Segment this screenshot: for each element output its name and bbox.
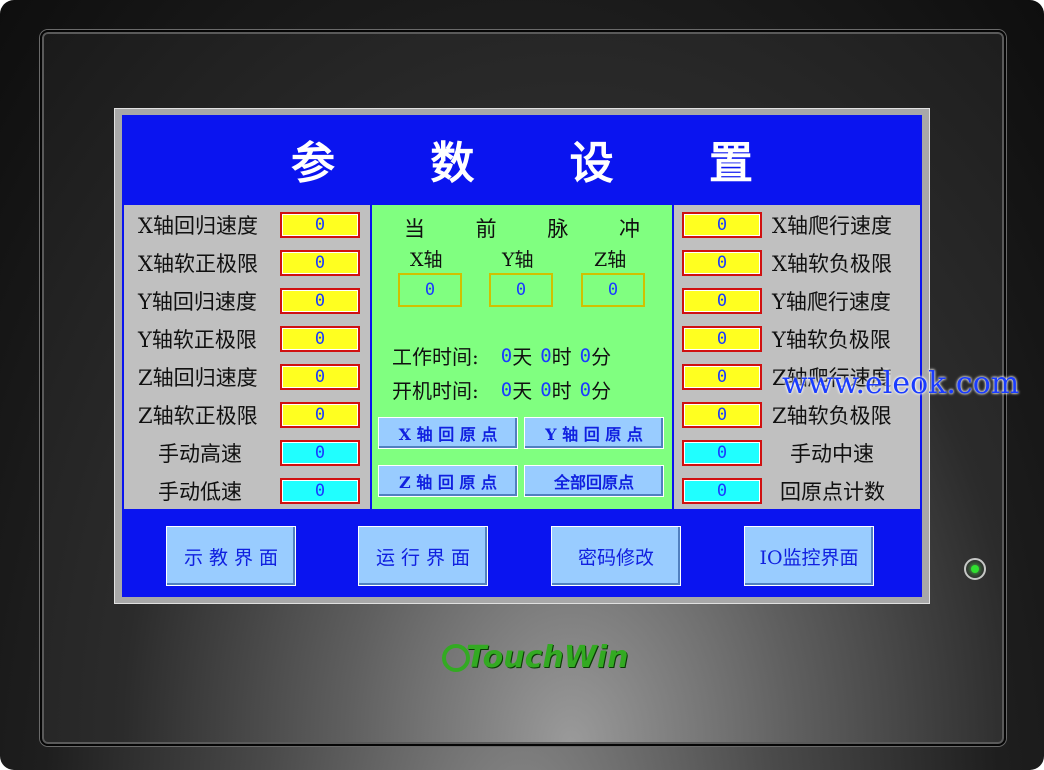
all-home-button[interactable]: 全部回原点 [524,465,664,497]
param-value-field[interactable]: 0 [682,440,762,466]
param-label: Z轴软负极限 [772,404,892,428]
boot-time-hours: 0 [540,378,552,401]
boot-time-label: 开机时间: [392,379,479,403]
param-value-field[interactable]: 0 [682,288,762,314]
param-row: X轴软正极限 0 [138,247,360,279]
param-label: 手动低速 [158,480,242,504]
param-row: Z轴软正极限 0 [138,399,360,431]
param-label: 手动中速 [790,442,874,466]
work-time-hours: 0 [540,344,552,367]
brand-logo: TouchWin [442,640,628,675]
hmi-screen: 参 数 设 置 X轴回归速度 0 X轴软正极限 0 Y轴回归速度 0 Y轴软正极… [122,115,922,597]
boot-time-minutes: 0 [579,378,592,401]
param-value-field[interactable]: 0 [280,402,360,428]
pulse-value-z: 0 [581,273,645,307]
right-param-panel: 0 X轴爬行速度 0 X轴软负极限 0 Y轴爬行速度 0 Y轴软负极限 0 Z轴… [674,205,920,509]
hmi-device-bezel: 参 数 设 置 X轴回归速度 0 X轴软正极限 0 Y轴回归速度 0 Y轴软正极… [0,0,1044,770]
work-time-minutes: 0 [579,344,592,367]
param-label: Y轴爬行速度 [772,290,891,314]
param-row: 手动高速 0 [158,437,360,469]
param-row: 0 手动中速 [682,437,874,469]
param-label: 回原点计数 [780,480,885,504]
param-row: 0 X轴软负极限 [682,247,892,279]
param-value-field[interactable]: 0 [280,212,360,238]
pulse-axis-label-z: Z轴 [594,249,627,271]
param-row: 0 回原点计数 [682,475,885,507]
param-value-field[interactable]: 0 [280,326,360,352]
y-home-button[interactable]: Y 轴 回 原 点 [524,417,664,449]
param-value-field[interactable]: 0 [682,478,762,504]
param-value-field[interactable]: 0 [280,440,360,466]
brand-logo-icon [442,643,470,672]
param-label: X轴软负极限 [772,252,892,276]
param-label: Y轴回归速度 [138,290,257,314]
run-screen-button[interactable]: 运 行 界 面 [358,526,488,586]
z-home-button[interactable]: Z 轴 回 原 点 [378,465,518,497]
brand-name: TouchWin [466,640,629,675]
power-indicator-icon [964,558,986,580]
work-time-minute-unit: 分 [591,345,612,369]
param-row: 0 Y轴爬行速度 [682,285,891,317]
param-value-field[interactable]: 0 [280,250,360,276]
pulse-axis-label-x: X轴 [410,249,443,271]
param-row: Y轴回归速度 0 [138,285,360,317]
pulse-value-x: 0 [398,273,462,307]
param-value-field[interactable]: 0 [682,326,762,352]
watermark-text: www.eleok.com [782,366,1020,401]
pulse-axis-label-y: Y轴 [502,249,534,271]
work-time-row: 工作时间: 0 天 0 时 0 分 [392,341,615,370]
password-change-button[interactable]: 密码修改 [551,526,681,586]
param-row: 0 Y轴软负极限 [682,323,891,355]
param-label: 手动高速 [158,442,242,466]
param-row: 手动低速 0 [158,475,360,507]
param-value-field[interactable]: 0 [682,402,762,428]
x-home-button[interactable]: X 轴 回 原 点 [378,417,518,449]
param-value-field[interactable]: 0 [682,250,762,276]
boot-time-days: 0 [500,378,513,401]
param-row: 0 Z轴软负极限 [682,399,892,431]
pulse-panel: 当 前 脉 冲 X轴 Y轴 Z轴 0 0 0 工作时间: 0 天 0 时 0 分… [372,205,672,509]
left-param-panel: X轴回归速度 0 X轴软正极限 0 Y轴回归速度 0 Y轴软正极限 0 Z轴回归… [124,205,370,509]
io-monitor-button[interactable]: IO监控界面 [744,526,874,586]
param-row: Y轴软正极限 0 [138,323,360,355]
param-label: Z轴回归速度 [138,366,258,390]
param-value-field[interactable]: 0 [280,364,360,390]
param-label: Z轴软正极限 [138,404,258,428]
param-row: Z轴回归速度 0 [138,361,360,393]
work-time-label: 工作时间: [392,345,479,369]
param-row: 0 X轴爬行速度 [682,209,892,241]
param-label: X轴回归速度 [138,214,258,238]
work-time-days: 0 [500,344,513,367]
param-label: X轴爬行速度 [772,214,892,238]
work-time-hour-unit: 时 [551,345,572,369]
param-value-field[interactable]: 0 [280,478,360,504]
param-value-field[interactable]: 0 [280,288,360,314]
param-value-field[interactable]: 0 [682,364,762,390]
param-row: X轴回归速度 0 [138,209,360,241]
page-title: 参 数 设 置 [291,138,793,189]
boot-time-day-unit: 天 [512,379,533,403]
boot-time-row: 开机时间: 0 天 0 时 0 分 [392,375,615,404]
pulse-title: 当 前 脉 冲 [403,217,663,241]
boot-time-minute-unit: 分 [591,379,612,403]
boot-time-hour-unit: 时 [551,379,572,403]
work-time-day-unit: 天 [512,345,533,369]
param-value-field[interactable]: 0 [682,212,762,238]
param-label: Y轴软负极限 [772,328,891,352]
teach-screen-button[interactable]: 示 教 界 面 [166,526,296,586]
param-label: Y轴软正极限 [138,328,257,352]
param-label: X轴软正极限 [138,252,258,276]
power-led-dot [971,565,979,573]
pulse-value-y: 0 [489,273,553,307]
